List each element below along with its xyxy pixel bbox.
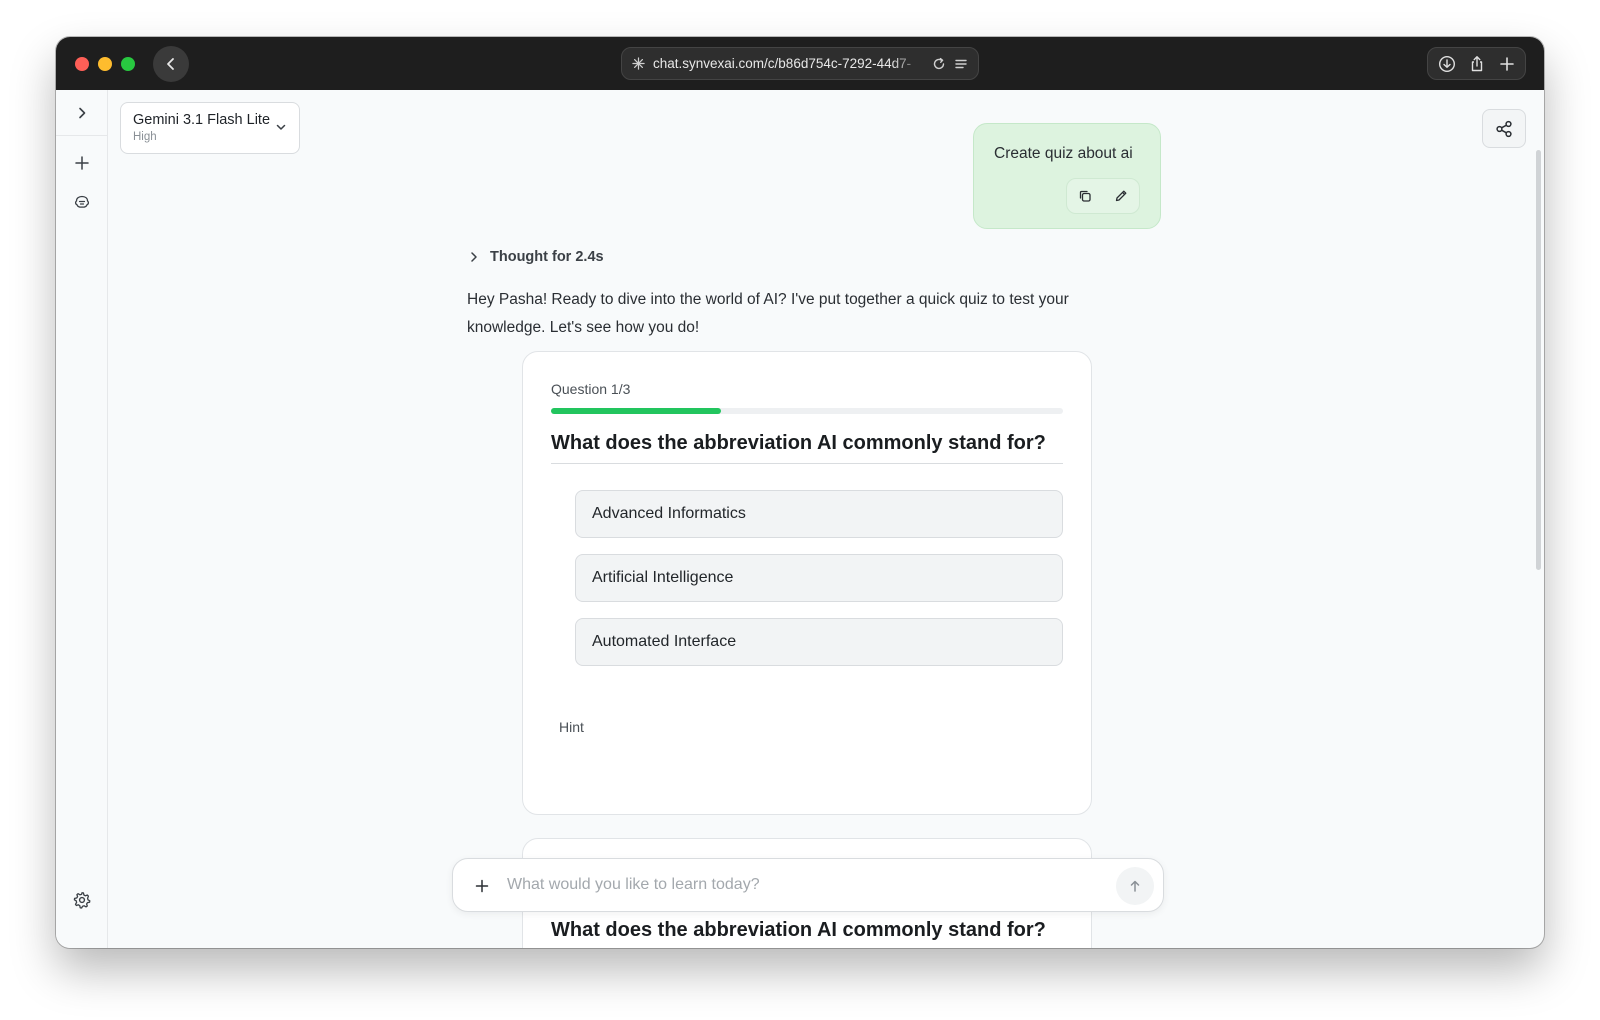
reader-icon[interactable]: [954, 57, 968, 71]
arrow-up-icon: [1128, 879, 1142, 893]
browser-titlebar: chat.synvexai.com/c/b86d754c-7292-44d7-: [56, 37, 1544, 90]
new-chat-button[interactable]: [71, 152, 93, 174]
user-message-bubble: Create quiz about ai: [973, 123, 1161, 229]
browser-window: chat.synvexai.com/c/b86d754c-7292-44d7-: [56, 37, 1544, 948]
assistant-message-text: Hey Pasha! Ready to dive into the world …: [467, 291, 1069, 336]
quiz-progress-fill: [551, 408, 722, 414]
new-tab-icon[interactable]: [1499, 56, 1515, 72]
model-selector[interactable]: Gemini 3.1 Flash Lite High: [120, 102, 300, 154]
browser-toolbar-actions: [1427, 47, 1526, 80]
quiz-question: What does the abbreviation AI commonly s…: [551, 919, 1046, 941]
share-chat-button[interactable]: [1482, 109, 1526, 148]
quiz-progress-bar: [551, 408, 1063, 414]
thought-label: Thought for 2.4s: [490, 249, 604, 265]
sidebar-header: [56, 90, 107, 136]
address-bar[interactable]: chat.synvexai.com/c/b86d754c-7292-44d7-: [621, 47, 979, 80]
edit-icon[interactable]: [1114, 189, 1128, 203]
quiz-counter: Question 1/3: [551, 381, 631, 397]
download-icon[interactable]: [1438, 55, 1456, 73]
share-nodes-icon: [1494, 119, 1514, 139]
quiz-question: What does the abbreviation AI commonly s…: [551, 432, 1063, 464]
plus-icon: [474, 878, 490, 894]
memory-button[interactable]: [71, 191, 93, 213]
quiz-card: Question 1/3 What does the abbreviation …: [522, 351, 1092, 815]
model-name: Gemini 3.1 Flash Lite: [133, 112, 271, 128]
message-actions: [1066, 178, 1140, 214]
send-button[interactable]: [1116, 867, 1154, 905]
close-window-button[interactable]: [75, 57, 89, 71]
reload-icon[interactable]: [932, 57, 946, 71]
url-text: chat.synvexai.com/c/b86d754c-7292-44d7-: [653, 56, 912, 71]
copy-icon[interactable]: [1078, 189, 1092, 203]
site-settings-icon[interactable]: [632, 57, 645, 70]
brain-icon: [73, 193, 91, 211]
share-icon[interactable]: [1468, 55, 1486, 73]
quiz-option[interactable]: Automated Interface: [575, 618, 1063, 666]
chevron-down-icon: [275, 121, 287, 133]
minimize-window-button[interactable]: [98, 57, 112, 71]
composer: [452, 858, 1164, 912]
scrollbar[interactable]: [1536, 150, 1541, 570]
message-input[interactable]: [507, 868, 1087, 902]
chat-main: Gemini 3.1 Flash Lite High Create quiz a…: [108, 90, 1544, 948]
quiz-option[interactable]: Artificial Intelligence: [575, 554, 1063, 602]
user-message-text: Create quiz about ai: [994, 145, 1133, 162]
model-level: High: [133, 131, 157, 143]
settings-icon: [73, 891, 91, 909]
hint-button[interactable]: Hint: [559, 719, 584, 735]
zoom-window-button[interactable]: [121, 57, 135, 71]
attach-button[interactable]: [471, 875, 493, 897]
settings-button[interactable]: [71, 889, 93, 911]
chevron-right-icon: [468, 251, 480, 263]
expand-sidebar-icon[interactable]: [75, 106, 89, 120]
new-chat-icon: [74, 155, 90, 171]
thought-toggle[interactable]: Thought for 2.4s: [468, 249, 604, 265]
sidebar: [56, 90, 108, 948]
back-button[interactable]: [153, 46, 189, 82]
quiz-option[interactable]: Advanced Informatics: [575, 490, 1063, 538]
back-icon: [163, 56, 179, 72]
